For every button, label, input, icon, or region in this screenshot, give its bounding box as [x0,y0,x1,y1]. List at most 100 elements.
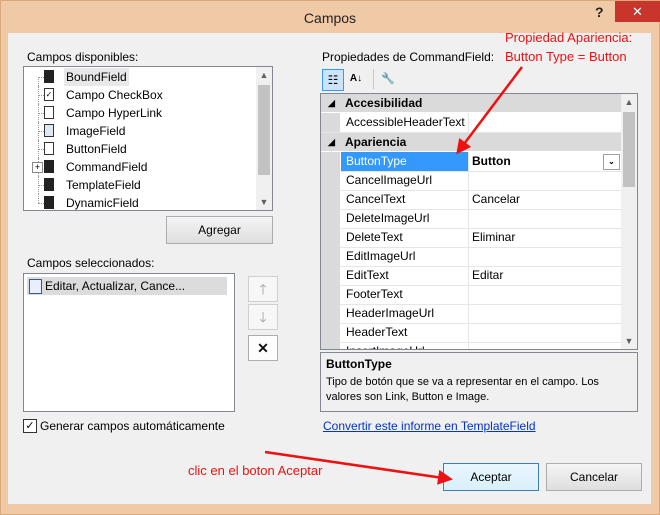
tree-item-label: DynamicField [66,196,139,210]
hyperlink-field-icon [44,106,54,119]
auto-generate-label: Generar campos automáticamente [40,419,225,433]
delete-field-button[interactable]: ✕ [248,335,278,361]
available-fields-tree[interactable]: BoundField ✓ Campo CheckBox Campo HyperL… [23,66,273,211]
property-row-deleteimageurl[interactable]: DeleteImageUrl [321,209,621,229]
property-value[interactable] [469,323,622,342]
tree-item-templatefield[interactable]: TemplateField [24,176,256,194]
property-value[interactable] [469,342,622,349]
selected-fields-list[interactable]: Editar, Actualizar, Cance... [23,273,235,412]
move-down-button[interactable]: 🡓 [248,304,278,330]
ok-button[interactable]: Aceptar [443,463,539,491]
convert-templatefield-link[interactable]: Convertir este informe en TemplateField [323,419,536,433]
tree-item-commandfield[interactable]: + CommandField [24,158,256,176]
property-value[interactable] [469,304,622,323]
category-name: Apariencia [345,135,407,149]
property-row-footertext[interactable]: FooterText [321,285,621,305]
image-field-icon [44,124,54,137]
dropdown-arrow-icon[interactable]: ⌄ [603,154,620,170]
scroll-thumb[interactable] [623,112,635,187]
property-row-headerimageurl[interactable]: HeaderImageUrl [321,304,621,324]
property-value[interactable] [469,171,622,190]
category-apariencia[interactable]: ◢ Apariencia [321,133,621,151]
move-up-button[interactable]: 🡑 [248,276,278,302]
annotation-click-accept: clic en el boton Aceptar [188,463,323,478]
tree-item-label: BoundField [64,68,129,86]
collapse-icon[interactable]: ◢ [328,133,335,151]
property-name: AccessibleHeaderText [341,113,469,132]
available-fields-label: Campos disponibles: [27,50,139,64]
property-name: CancelText [341,190,469,209]
category-accesibilidad[interactable]: ◢ Accesibilidad [321,94,621,112]
property-name: DeleteImageUrl [341,209,469,228]
close-button[interactable]: ✕ [615,1,660,22]
add-field-button[interactable]: Agregar [166,216,273,244]
property-grid[interactable]: ◢ Accesibilidad AccessibleHeaderText ◢ A… [320,93,638,350]
dialog-title: Campos [303,10,357,26]
property-name: FooterText [341,285,469,304]
property-pages-icon[interactable]: 🔧 [378,69,398,89]
expand-icon[interactable]: + [32,162,43,173]
tree-item-label: TemplateField [66,178,141,192]
command-field-icon [44,160,54,173]
property-value[interactable]: Editar [469,266,622,285]
property-value[interactable]: Eliminar [469,228,622,247]
property-value[interactable]: Button ⌄ [469,152,622,171]
alphabetical-sort-icon[interactable]: A↓ [345,69,367,89]
scroll-up-icon[interactable]: ▲ [621,94,637,110]
property-name: HeaderImageUrl [341,304,469,323]
tree-item-label: CommandField [66,160,148,174]
property-row-accessibleheadertext[interactable]: AccessibleHeaderText [321,113,621,133]
tree-item-imagefield[interactable]: ImageField [24,122,256,140]
checkbox-field-icon: ✓ [44,88,54,101]
dynamic-field-icon [44,196,54,209]
collapse-icon[interactable]: ◢ [328,94,335,112]
cancel-button[interactable]: Cancelar [546,463,642,491]
property-row-buttontype[interactable]: ButtonType Button ⌄ [321,152,621,172]
tree-item-campo-checkbox[interactable]: ✓ Campo CheckBox [24,86,256,104]
property-name: InsertImageUrl [341,342,469,349]
property-value-text: Button [472,154,511,168]
tree-item-dynamicfield[interactable]: DynamicField [24,194,256,210]
property-value[interactable]: Cancelar [469,190,622,209]
scroll-up-icon[interactable]: ▲ [256,67,272,83]
tree-item-buttonfield[interactable]: ButtonField [24,140,256,158]
property-value[interactable] [469,113,622,132]
scroll-down-icon[interactable]: ▼ [256,194,272,210]
tree-item-label: Campo HyperLink [66,106,163,120]
property-name: EditImageUrl [341,247,469,266]
property-row-canceltext[interactable]: CancelText Cancelar [321,190,621,210]
annotation-property-line1: Propiedad Apariencia: [505,30,633,45]
selected-field-item[interactable]: Editar, Actualizar, Cance... [27,277,227,295]
property-row-editimageurl[interactable]: EditImageUrl [321,247,621,267]
help-button[interactable]: ? [595,4,604,20]
property-row-cancelimageurl[interactable]: CancelImageUrl [321,171,621,191]
selected-fields-label: Campos seleccionados: [27,256,155,270]
property-row-deletetext[interactable]: DeleteText Eliminar [321,228,621,248]
property-value[interactable] [469,209,622,228]
button-field-icon [44,142,54,155]
property-grid-scrollbar[interactable]: ▲ ▼ [621,94,637,349]
property-name: ButtonType [341,152,469,171]
tree-item-campo-hyperlink[interactable]: Campo HyperLink [24,104,256,122]
scroll-down-icon[interactable]: ▼ [621,333,637,349]
toolbar-separator [373,69,374,89]
property-row-edittext[interactable]: EditText Editar [321,266,621,286]
tree-item-boundfield[interactable]: BoundField [24,68,256,86]
property-value[interactable] [469,247,622,266]
command-field-icon [29,279,42,294]
description-text: Tipo de botón que se va a representar en… [326,376,599,403]
categorized-view-icon[interactable]: ☷ [322,69,344,91]
description-title: ButtonType [326,357,392,371]
property-name: EditText [341,266,469,285]
property-row-headertext[interactable]: HeaderText [321,323,621,343]
property-name: CancelImageUrl [341,171,469,190]
category-name: Accesibilidad [345,96,423,110]
property-name: HeaderText [341,323,469,342]
scroll-thumb[interactable] [258,85,270,175]
property-value[interactable] [469,285,622,304]
property-row-insertimageurl[interactable]: InsertImageUrl [321,342,622,349]
auto-generate-checkbox[interactable]: ✓ [23,419,37,433]
available-fields-scrollbar[interactable]: ▲ ▼ [256,67,272,210]
tree-item-label: ButtonField [66,142,127,156]
boundfield-icon [44,70,54,83]
